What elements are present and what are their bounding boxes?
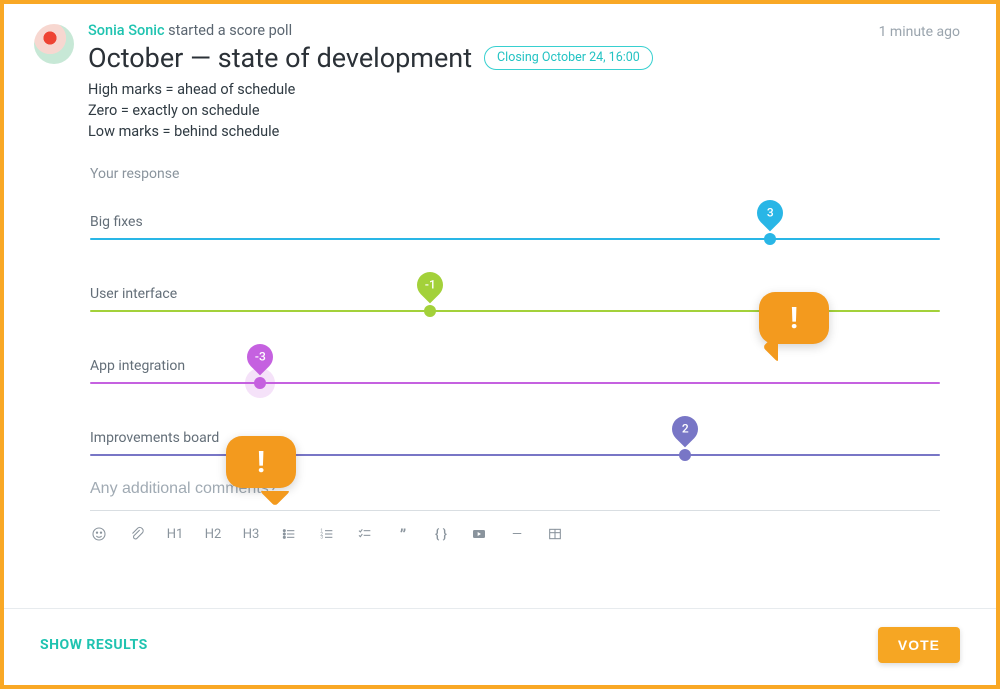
attention-callout: ! <box>226 436 296 488</box>
editor-toolbar: H1 H2 H3 123 ” { } — <box>90 525 940 543</box>
slider-knob[interactable] <box>764 233 776 245</box>
page-title: October — state of development <box>88 42 472 74</box>
video-icon[interactable] <box>470 525 488 543</box>
divider-icon[interactable]: — <box>508 525 526 543</box>
attention-callout: ! <box>759 292 829 344</box>
quote-icon[interactable]: ” <box>394 525 412 543</box>
post-header: Sonia Sonic started a score poll October… <box>4 22 996 142</box>
code-icon[interactable]: { } <box>432 525 450 543</box>
slider-knob[interactable] <box>254 377 266 389</box>
your-response-label: Your response <box>90 166 960 182</box>
timestamp: 1 minute ago <box>869 22 960 142</box>
slider-label: Big fixes <box>90 214 940 230</box>
slider-knob[interactable] <box>679 449 691 461</box>
score-slider[interactable]: Improvements board 2 <box>90 402 940 456</box>
attachment-icon[interactable] <box>128 525 146 543</box>
author-action: started a score poll <box>168 22 292 39</box>
poll-description: High marks = ahead of schedule Zero = ex… <box>88 79 855 142</box>
numbered-list-icon[interactable]: 123 <box>318 525 336 543</box>
closing-badge: Closing October 24, 16:00 <box>484 46 653 70</box>
comments-input[interactable] <box>90 474 940 511</box>
h1-button[interactable]: H1 <box>166 525 184 543</box>
table-icon[interactable] <box>546 525 564 543</box>
slider-label: App integration <box>90 358 940 374</box>
slider-label: Improvements board <box>90 430 940 446</box>
bulleted-list-icon[interactable] <box>280 525 298 543</box>
h3-button[interactable]: H3 <box>242 525 260 543</box>
avatar[interactable] <box>34 24 74 64</box>
poll-footer: SHOW RESULTS VOTE <box>4 608 996 685</box>
score-slider[interactable]: Big fixes 3 <box>90 186 940 240</box>
svg-text:3: 3 <box>320 535 323 541</box>
poll-body: Your response Big fixes 3 User interface… <box>4 142 996 592</box>
vote-button[interactable]: VOTE <box>878 627 960 663</box>
show-results-button[interactable]: SHOW RESULTS <box>40 637 148 653</box>
h2-button[interactable]: H2 <box>204 525 222 543</box>
slider-knob[interactable] <box>424 305 436 317</box>
emoji-icon[interactable] <box>90 525 108 543</box>
checklist-icon[interactable] <box>356 525 374 543</box>
author-name[interactable]: Sonia Sonic <box>88 22 165 39</box>
